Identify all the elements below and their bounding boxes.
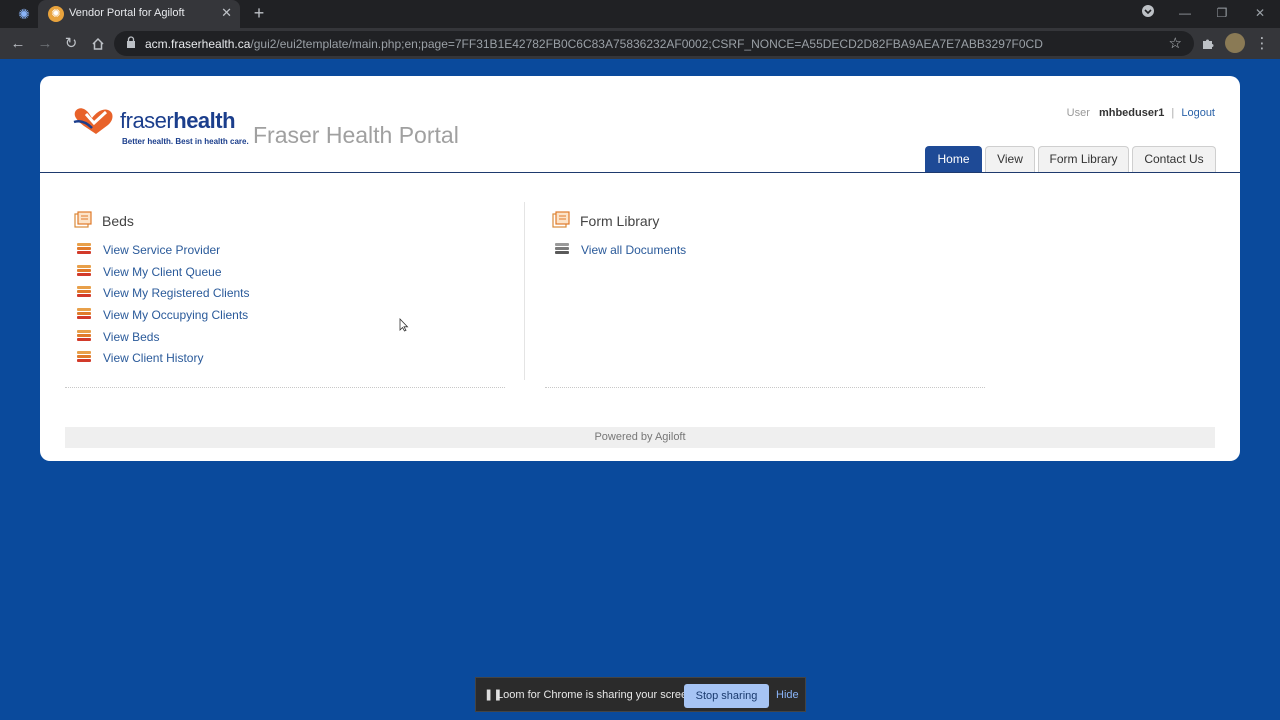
database-icon <box>77 286 91 299</box>
beds-section-icon <box>74 211 92 228</box>
user-bar: User mhbeduser1 | Logout <box>1067 107 1215 119</box>
profile-avatar-icon[interactable] <box>1225 33 1245 53</box>
url-host: acm.fraserhealth.ca <box>145 37 251 51</box>
view-client-queue-link[interactable]: View My Client Queue <box>103 264 222 280</box>
portal-card: fraserhealth Better health. Best in heal… <box>40 76 1240 461</box>
logo-wordmark: fraserhealth <box>120 108 236 134</box>
url-text[interactable]: acm.fraserhealth.ca/gui2/eui2template/ma… <box>145 37 1043 51</box>
tab-home[interactable]: Home <box>925 146 982 172</box>
address-bar[interactable]: acm.fraserhealth.ca/gui2/eui2template/ma… <box>114 31 1194 56</box>
screen-share-message: Loom for Chrome is sharing your screen. <box>497 689 697 701</box>
browser-tab[interactable]: ✺ Vendor Portal for Agiloft ✕ <box>38 0 240 28</box>
extension-icon[interactable]: ✺ <box>16 6 32 22</box>
close-window-icon[interactable]: ✕ <box>1249 4 1271 22</box>
close-tab-icon[interactable]: ✕ <box>221 5 232 21</box>
tab-search-icon[interactable] <box>1137 4 1159 22</box>
separator: | <box>1171 107 1175 119</box>
view-service-provider-link[interactable]: View Service Provider <box>103 242 220 258</box>
url-path: /gui2/eui2template/main.php;en;page=7FF3… <box>250 37 1043 51</box>
tab-view[interactable]: View <box>985 146 1035 172</box>
browser-tab-strip: ✺ ✺ Vendor Portal for Agiloft ✕ + — ❐ ✕ <box>0 0 1280 28</box>
username: mhbeduser1 <box>1098 107 1165 119</box>
logo-heart-icon <box>73 108 113 134</box>
home-icon[interactable] <box>88 34 108 54</box>
database-icon <box>77 330 91 343</box>
form-library-section-title: Form Library <box>580 213 660 229</box>
puzzle-icon[interactable] <box>1198 34 1218 54</box>
tab-form-library[interactable]: Form Library <box>1038 146 1129 172</box>
restore-icon[interactable]: ❐ <box>1211 4 1233 22</box>
database-icon <box>77 308 91 321</box>
page-title: Fraser Health Portal <box>253 122 459 148</box>
screen-share-bar: ❚❚ Loom for Chrome is sharing your scree… <box>475 677 806 712</box>
column-divider <box>524 202 525 380</box>
new-tab-icon[interactable]: + <box>250 4 268 22</box>
reload-icon[interactable]: ↻ <box>61 34 81 54</box>
logo-tagline: Better health. Best in health care. <box>122 137 249 146</box>
database-icon <box>77 243 91 256</box>
menu-icon[interactable]: ⋮ <box>1252 34 1272 54</box>
tab-title: Vendor Portal for Agiloft <box>69 7 185 19</box>
logo-text-bold: health <box>173 108 236 133</box>
browser-toolbar: ← → ↻ acm.fraserhealth.ca/gui2/eui2templ… <box>0 28 1280 59</box>
database-icon <box>77 351 91 364</box>
document-stack-icon <box>555 243 569 256</box>
agiloft-favicon-icon: ✺ <box>48 6 64 22</box>
forward-icon[interactable]: → <box>35 34 55 54</box>
tab-contact-us[interactable]: Contact Us <box>1132 146 1216 172</box>
view-client-history-link[interactable]: View Client History <box>103 350 203 366</box>
star-icon[interactable]: ☆ <box>1169 34 1182 52</box>
section-divider <box>545 387 985 388</box>
nav-divider <box>40 172 1240 173</box>
section-divider <box>65 387 505 388</box>
logo-text-light: fraser <box>120 108 174 133</box>
lock-icon[interactable] <box>126 36 136 49</box>
view-beds-link[interactable]: View Beds <box>103 329 159 345</box>
back-icon[interactable]: ← <box>8 34 28 54</box>
hide-button[interactable]: Hide <box>776 689 799 701</box>
user-label: User <box>1066 107 1090 119</box>
fraserhealth-logo[interactable]: fraserhealth Better health. Best in heal… <box>70 102 249 152</box>
mouse-cursor-icon <box>399 318 409 332</box>
stop-sharing-button[interactable]: Stop sharing <box>684 684 769 708</box>
database-icon <box>77 265 91 278</box>
view-occupying-clients-link[interactable]: View My Occupying Clients <box>103 307 248 323</box>
minimize-icon[interactable]: — <box>1174 4 1196 22</box>
logout-link[interactable]: Logout <box>1181 107 1215 119</box>
beds-section-title: Beds <box>102 213 134 229</box>
view-all-documents-link[interactable]: View all Documents <box>581 242 686 258</box>
form-library-section-icon <box>552 211 570 228</box>
view-registered-clients-link[interactable]: View My Registered Clients <box>103 285 250 301</box>
powered-by-footer: Powered by Agiloft <box>65 427 1215 448</box>
